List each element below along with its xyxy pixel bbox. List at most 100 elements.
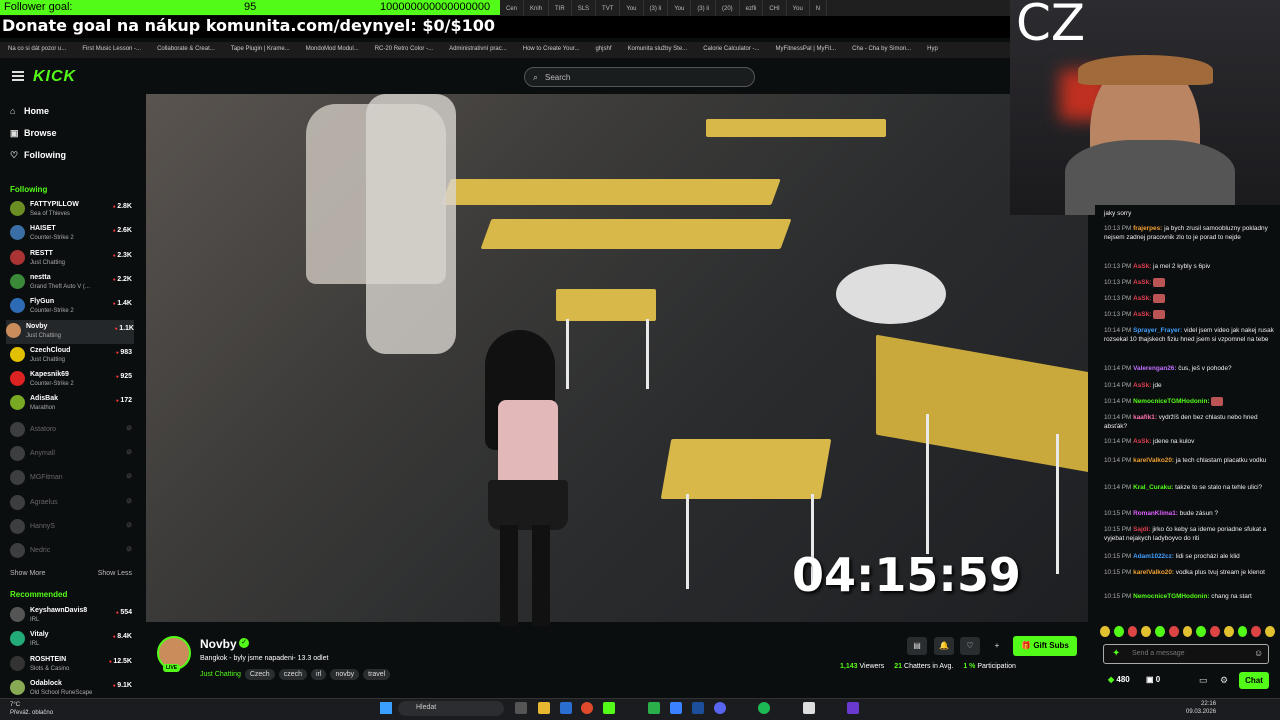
task-view-icon[interactable] <box>515 702 527 714</box>
discord-icon[interactable] <box>714 702 726 714</box>
app-icon[interactable] <box>648 702 660 714</box>
sidebar-channel[interactable]: HAISET Counter-Strike 2 2.6K <box>10 222 132 246</box>
show-more-button[interactable]: Show More <box>10 570 45 577</box>
bookmark-item[interactable]: RC-20 Retro Color -... <box>367 42 441 58</box>
chat-bubble-icon[interactable]: ▭ <box>1199 675 1208 686</box>
stream-tag[interactable]: czech <box>278 669 307 680</box>
weather-widget[interactable]: 7°C Převáž. oblačno <box>10 701 53 717</box>
chat-input[interactable]: ✦ Send a message ☺ <box>1103 644 1269 664</box>
chat-username[interactable]: frajerpes: <box>1133 225 1162 232</box>
spotify-icon[interactable] <box>758 702 770 714</box>
emote-icon[interactable] <box>1113 626 1124 637</box>
bookmark-item[interactable]: Calorie Calculator -... <box>695 42 767 58</box>
sidebar-channel-offline[interactable]: Agraelus ⊘ <box>10 492 132 516</box>
steam-icon[interactable] <box>692 702 704 714</box>
bell-icon[interactable]: 🔔 <box>934 637 954 655</box>
chat-send-button[interactable]: Chat <box>1239 672 1269 689</box>
bookmark-item[interactable]: Tape Plugin | Krame... <box>223 42 298 58</box>
stream-tag[interactable]: irl <box>311 669 327 680</box>
chrome-icon[interactable] <box>581 702 593 714</box>
heart-icon[interactable]: ♡ <box>960 637 980 655</box>
show-less-button[interactable]: Show Less <box>98 570 132 577</box>
sidebar-channel[interactable]: Kapesnik69 Counter-Strike 2 925 <box>10 368 132 392</box>
emote-icon[interactable] <box>1182 626 1193 637</box>
bookmark-item[interactable]: Hyp <box>919 42 946 58</box>
chat-username[interactable]: AsSk: <box>1133 279 1151 286</box>
emote-icon[interactable] <box>1237 626 1248 637</box>
system-clock[interactable]: 22:16 09.03.2026 <box>1186 700 1216 716</box>
chat-username[interactable]: karelValko20: <box>1133 457 1174 464</box>
sidebar-channel-offline[interactable]: Nedric ⊘ <box>10 540 132 564</box>
bookmark-item[interactable]: Collaborate & Creat... <box>149 42 223 58</box>
bookmark-item[interactable]: Cha - Cha by Simon... <box>844 42 919 58</box>
stream-tag[interactable]: Czech <box>244 669 275 680</box>
streamer-name[interactable]: Novby <box>200 637 237 651</box>
store-icon[interactable] <box>560 702 572 714</box>
chat-username[interactable]: kaafik1: <box>1133 414 1157 421</box>
recommended-channel[interactable]: KeyshawnDavis8 IRL 554 <box>10 604 132 628</box>
chat-username[interactable]: NemocniceTGMHodonin: <box>1133 398 1209 405</box>
windows-search[interactable]: Hledat <box>398 701 504 716</box>
sidebar-channel[interactable]: AdisBak Marathon 172 <box>10 392 132 416</box>
chat-username[interactable]: Adam1022cz: <box>1133 553 1174 560</box>
sidebar-channel-offline[interactable]: HannyS ⊘ <box>10 516 132 540</box>
chat-username[interactable]: Sprayer_Frayer: <box>1133 327 1182 334</box>
recommended-channel[interactable]: Vitaly IRL 8.4K <box>10 628 132 652</box>
chat-username[interactable]: AsSk: <box>1133 311 1151 318</box>
emote-icon[interactable] <box>1251 626 1262 637</box>
chat-username[interactable]: AsSk: <box>1133 382 1151 389</box>
emoji-icon[interactable]: ☺ <box>1254 648 1263 658</box>
emote-icon[interactable] <box>1196 626 1207 637</box>
chat-username[interactable]: Kral_Curaku: <box>1133 484 1173 491</box>
search-input[interactable]: ⌕ Search <box>524 67 755 87</box>
nav-browse[interactable]: ▣ Browse <box>10 128 57 139</box>
sidebar-channel[interactable]: Novby Just Chatting 1.1K <box>6 319 134 344</box>
sidebar-channel-offline[interactable]: MGFitman ⊘ <box>10 467 132 491</box>
app-icon[interactable] <box>670 702 682 714</box>
chat-username[interactable]: karelValko20: <box>1133 569 1174 576</box>
chat-username[interactable]: Valerengan26: <box>1133 365 1176 372</box>
clip-icon[interactable]: ▤ <box>907 637 927 655</box>
emote-icon[interactable] <box>1223 626 1234 637</box>
chat-username[interactable]: RomanKlima1: <box>1133 510 1178 517</box>
emote-icon[interactable] <box>1210 626 1220 637</box>
bookmark-item[interactable]: How to Create Your... <box>515 42 588 58</box>
menu-icon[interactable] <box>12 71 24 81</box>
sidebar-channel[interactable]: FlyGun Counter-Strike 2 1.4K <box>10 295 132 319</box>
stream-tag[interactable]: novby <box>330 669 360 680</box>
emote-icon[interactable] <box>1168 626 1179 637</box>
sidebar-channel[interactable]: RESTT Just Chatting 2.3K <box>10 247 132 271</box>
sidebar-channel[interactable]: nestta Grand Theft Auto V (... 2.2K <box>10 271 132 295</box>
stream-tag[interactable]: travel <box>363 669 391 680</box>
emote-icon[interactable] <box>1265 626 1275 637</box>
kick-app-icon[interactable] <box>603 702 615 714</box>
bookmark-item[interactable]: MyFitnessPal | MyFit... <box>768 42 845 58</box>
recommended-channel[interactable]: ROSHTEIN Slots & Casino 12.5K <box>10 653 132 677</box>
emote-icon[interactable] <box>1141 626 1152 637</box>
bookmark-item[interactable]: ghjshf <box>587 42 619 58</box>
file-explorer-icon[interactable] <box>538 702 550 714</box>
category-link[interactable]: Just Chatting <box>200 671 241 678</box>
windows-start-icon[interactable] <box>380 702 392 714</box>
obs-icon[interactable] <box>803 702 815 714</box>
gear-icon[interactable]: ⚙ <box>1220 675 1228 686</box>
chat-username[interactable]: Sajdi: <box>1133 526 1150 533</box>
emote-icon[interactable] <box>1100 626 1110 637</box>
plus-icon[interactable]: + <box>987 637 1007 655</box>
channel-points[interactable]: ◆ 480 ▣ 0 <box>1108 675 1160 684</box>
sidebar-channel[interactable]: FATTYPILLOW Sea of Thieves 2.8K <box>10 198 132 222</box>
kick-logo[interactable]: KICK <box>33 68 76 86</box>
nav-following[interactable]: ♡ Following <box>10 150 66 161</box>
bookmark-item[interactable]: Komunita služby Ste... <box>619 42 695 58</box>
app-icon[interactable] <box>847 702 859 714</box>
video-player[interactable] <box>146 94 1088 622</box>
bookmark-item[interactable]: Na co si dát pozor u... <box>0 42 74 58</box>
bookmark-item[interactable]: First Music Lesson -... <box>74 42 149 58</box>
nav-home[interactable]: ⌂ Home <box>10 106 49 116</box>
emote-icon[interactable] <box>1155 626 1165 637</box>
gift-subs-button[interactable]: 🎁 Gift Subs <box>1013 636 1077 656</box>
sidebar-channel-offline[interactable]: Astatoro ⊘ <box>10 419 132 443</box>
sidebar-channel-offline[interactable]: Anymall ⊘ <box>10 443 132 467</box>
sidebar-channel[interactable]: CzechCloud Just Chatting 983 <box>10 344 132 368</box>
bookmark-item[interactable]: Administrativní prac... <box>441 42 515 58</box>
